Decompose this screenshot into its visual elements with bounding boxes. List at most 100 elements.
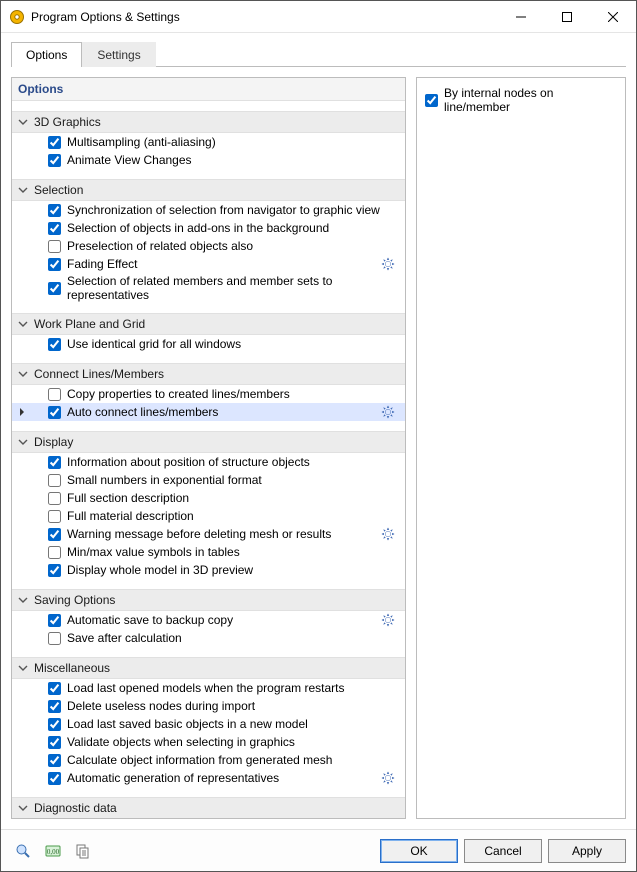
option-checkbox[interactable] — [48, 388, 61, 401]
option-checkbox[interactable] — [48, 510, 61, 523]
caret-right-icon — [18, 408, 26, 416]
option-row[interactable]: Calculate object information from genera… — [12, 751, 405, 769]
chevron-down-icon — [18, 319, 32, 329]
option-row[interactable]: Full section description — [12, 489, 405, 507]
window-controls — [498, 1, 636, 33]
option-label: Synchronization of selection from naviga… — [67, 203, 401, 217]
option-row[interactable]: Selection of objects in add-ons in the b… — [12, 219, 405, 237]
option-label: Warning message before deleting mesh or … — [67, 527, 381, 541]
option-label: Full material description — [67, 509, 401, 523]
option-checkbox[interactable] — [48, 754, 61, 767]
group-header-msc[interactable]: Miscellaneous — [12, 657, 405, 679]
option-checkbox[interactable] — [48, 204, 61, 217]
group-header-dsp[interactable]: Display — [12, 431, 405, 453]
option-row[interactable]: Delete useless nodes during import — [12, 697, 405, 715]
group-header-sav[interactable]: Saving Options — [12, 589, 405, 611]
option-checkbox[interactable] — [48, 222, 61, 235]
option-checkbox[interactable] — [48, 632, 61, 645]
group-label: Diagnostic data — [34, 801, 117, 815]
option-row[interactable]: Load last opened models when the program… — [12, 679, 405, 697]
search-tool-icon[interactable] — [11, 839, 35, 863]
tab-strip: Options Settings — [1, 33, 636, 66]
option-row[interactable]: Min/max value symbols in tables — [12, 543, 405, 561]
option-checkbox[interactable] — [48, 682, 61, 695]
option-checkbox[interactable] — [48, 718, 61, 731]
option-row[interactable]: Display whole model in 3D preview — [12, 561, 405, 579]
detail-option-row[interactable]: By internal nodes on line/member — [425, 84, 617, 116]
option-row[interactable]: Validate objects when selecting in graph… — [12, 733, 405, 751]
gear-icon[interactable] — [381, 405, 395, 419]
group-header-wrk[interactable]: Work Plane and Grid — [12, 313, 405, 335]
option-label: Small numbers in exponential format — [67, 473, 401, 487]
option-checkbox[interactable] — [48, 772, 61, 785]
copy-tool-icon[interactable] — [71, 839, 95, 863]
option-checkbox[interactable] — [48, 282, 61, 295]
option-row[interactable]: Load last saved basic objects in a new m… — [12, 715, 405, 733]
option-row[interactable]: Multisampling (anti-aliasing) — [12, 133, 405, 151]
option-row[interactable]: Full material description — [12, 507, 405, 525]
option-label: Multisampling (anti-aliasing) — [67, 135, 401, 149]
option-checkbox[interactable] — [48, 528, 61, 541]
gear-icon[interactable] — [381, 771, 395, 785]
option-row[interactable]: Information about position of structure … — [12, 453, 405, 471]
cancel-button[interactable]: Cancel — [464, 839, 542, 863]
option-checkbox[interactable] — [48, 700, 61, 713]
group-label: Saving Options — [34, 593, 115, 607]
minimize-button[interactable] — [498, 1, 544, 33]
option-checkbox[interactable] — [48, 564, 61, 577]
option-label: Fading Effect — [67, 257, 381, 271]
option-row[interactable]: Synchronization of selection from naviga… — [12, 201, 405, 219]
option-checkbox[interactable] — [48, 406, 61, 419]
option-label: Copy properties to created lines/members — [67, 387, 401, 401]
chevron-down-icon — [18, 117, 32, 127]
option-row[interactable]: Fading Effect — [12, 255, 405, 273]
chevron-down-icon — [18, 437, 32, 447]
option-row[interactable]: Preselection of related objects also — [12, 237, 405, 255]
option-label: Animate View Changes — [67, 153, 401, 167]
option-checkbox[interactable] — [48, 546, 61, 559]
close-button[interactable] — [590, 1, 636, 33]
option-row[interactable]: Small numbers in exponential format — [12, 471, 405, 489]
option-checkbox[interactable] — [48, 492, 61, 505]
option-checkbox[interactable] — [48, 456, 61, 469]
option-row[interactable]: Selection of related members and member … — [12, 273, 405, 303]
tab-options[interactable]: Options — [11, 42, 82, 67]
option-checkbox[interactable] — [48, 338, 61, 351]
option-checkbox[interactable] — [48, 258, 61, 271]
group-header-con[interactable]: Connect Lines/Members — [12, 363, 405, 385]
maximize-button[interactable] — [544, 1, 590, 33]
option-label: Use identical grid for all windows — [67, 337, 401, 351]
ok-button[interactable]: OK — [380, 839, 458, 863]
option-checkbox[interactable] — [48, 240, 61, 253]
group-header-sel[interactable]: Selection — [12, 179, 405, 201]
group-header-g3d[interactable]: 3D Graphics — [12, 111, 405, 133]
tab-settings[interactable]: Settings — [82, 42, 155, 67]
option-checkbox[interactable] — [48, 614, 61, 627]
option-row[interactable]: Auto connect lines/members — [12, 403, 405, 421]
option-row[interactable]: Use identical grid for all windows — [12, 335, 405, 353]
gear-icon[interactable] — [381, 613, 395, 627]
option-row[interactable]: Animate View Changes — [12, 151, 405, 169]
option-checkbox[interactable] — [48, 154, 61, 167]
detail-option-checkbox[interactable] — [425, 94, 438, 107]
option-row[interactable]: Copy properties to created lines/members — [12, 385, 405, 403]
gear-icon[interactable] — [381, 527, 395, 541]
option-row[interactable]: Automatic generation of representatives — [12, 769, 405, 787]
options-tree[interactable]: Options 3D GraphicsMultisampling (anti-a… — [11, 77, 406, 819]
option-checkbox[interactable] — [48, 474, 61, 487]
option-checkbox[interactable] — [48, 136, 61, 149]
option-label: Auto connect lines/members — [67, 405, 381, 419]
group-header-dia[interactable]: Diagnostic data — [12, 797, 405, 819]
gear-icon[interactable] — [381, 257, 395, 271]
footer: 0,00 OK Cancel Apply — [1, 829, 636, 871]
option-checkbox[interactable] — [48, 736, 61, 749]
option-row[interactable]: Automatic save to backup copy — [12, 611, 405, 629]
chevron-down-icon — [18, 663, 32, 673]
apply-button[interactable]: Apply — [548, 839, 626, 863]
group-label: Connect Lines/Members — [34, 367, 164, 381]
units-tool-icon[interactable]: 0,00 — [41, 839, 65, 863]
option-label: Min/max value symbols in tables — [67, 545, 401, 559]
option-row[interactable]: Save after calculation — [12, 629, 405, 647]
window: Program Options & Settings Options Setti… — [0, 0, 637, 872]
option-row[interactable]: Warning message before deleting mesh or … — [12, 525, 405, 543]
